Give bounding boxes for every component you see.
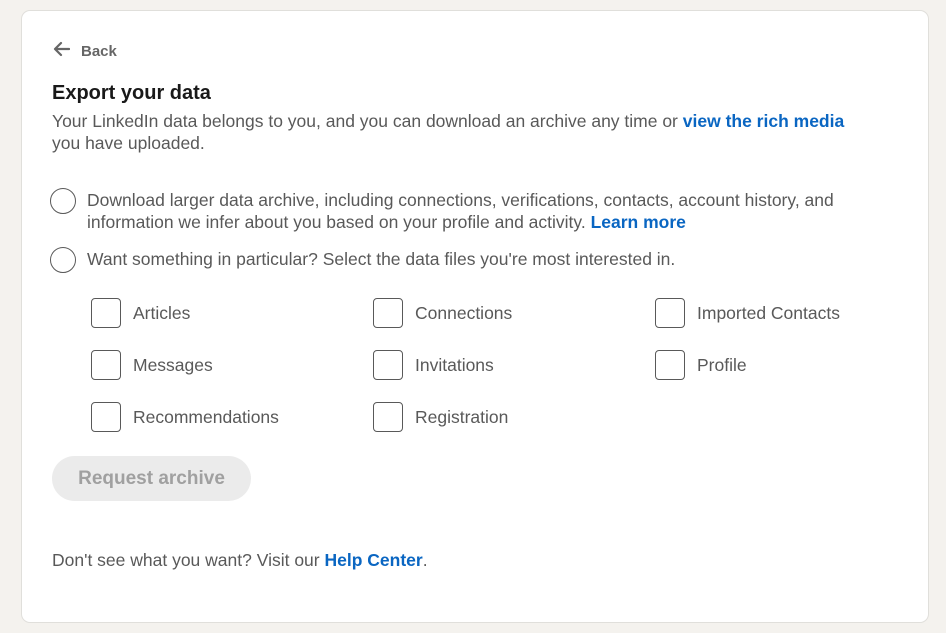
- checkbox-messages[interactable]: Messages: [91, 350, 213, 380]
- checkbox-box[interactable]: [655, 350, 685, 380]
- checkbox-profile[interactable]: Profile: [655, 350, 747, 380]
- checkbox-box[interactable]: [91, 298, 121, 328]
- view-rich-media-link[interactable]: view the rich media: [683, 111, 844, 131]
- checkbox-label: Recommendations: [133, 406, 279, 427]
- help-center-link[interactable]: Help Center: [324, 550, 422, 570]
- back-button[interactable]: Back: [52, 40, 117, 62]
- option-particular-files-label: Want something in particular? Select the…: [87, 249, 676, 269]
- checkbox-box[interactable]: [91, 402, 121, 432]
- learn-more-link[interactable]: Learn more: [591, 212, 686, 232]
- checkbox-connections[interactable]: Connections: [373, 298, 512, 328]
- option-larger-archive[interactable]: Download larger data archive, including …: [50, 188, 877, 233]
- help-footer: Don't see what you want? Visit our Help …: [52, 550, 428, 570]
- checkbox-label: Imported Contacts: [697, 302, 840, 323]
- checkbox-box[interactable]: [655, 298, 685, 328]
- checkbox-recommendations[interactable]: Recommendations: [91, 402, 279, 432]
- checkbox-articles[interactable]: Articles: [91, 298, 190, 328]
- checkbox-label: Registration: [415, 406, 509, 427]
- page-title: Export your data: [52, 82, 211, 104]
- page-description: Your LinkedIn data belongs to you, and y…: [52, 111, 845, 153]
- checkbox-invitations[interactable]: Invitations: [373, 350, 494, 380]
- checkbox-label: Articles: [133, 302, 191, 323]
- checkbox-imported-contacts[interactable]: Imported Contacts: [655, 298, 840, 328]
- checkbox-box[interactable]: [373, 350, 403, 380]
- arrow-left-icon: [52, 40, 71, 62]
- back-label: Back: [81, 42, 117, 60]
- checkbox-box[interactable]: [373, 402, 403, 432]
- option-larger-archive-label: Download larger data archive, including …: [87, 190, 834, 232]
- request-archive-button[interactable]: Request archive: [52, 456, 251, 501]
- checkbox-registration[interactable]: Registration: [373, 402, 508, 432]
- checkbox-label: Messages: [133, 354, 213, 375]
- radio-particular-files[interactable]: [50, 247, 76, 273]
- checkbox-label: Profile: [697, 354, 747, 375]
- checkbox-box[interactable]: [373, 298, 403, 328]
- option-particular-files[interactable]: Want something in particular? Select the…: [50, 247, 877, 273]
- checkbox-label: Connections: [415, 302, 513, 323]
- checkbox-label: Invitations: [415, 354, 494, 375]
- radio-larger-archive[interactable]: [50, 188, 76, 214]
- checkbox-box[interactable]: [91, 350, 121, 380]
- export-data-card: Back Export your data Your LinkedIn data…: [22, 11, 928, 622]
